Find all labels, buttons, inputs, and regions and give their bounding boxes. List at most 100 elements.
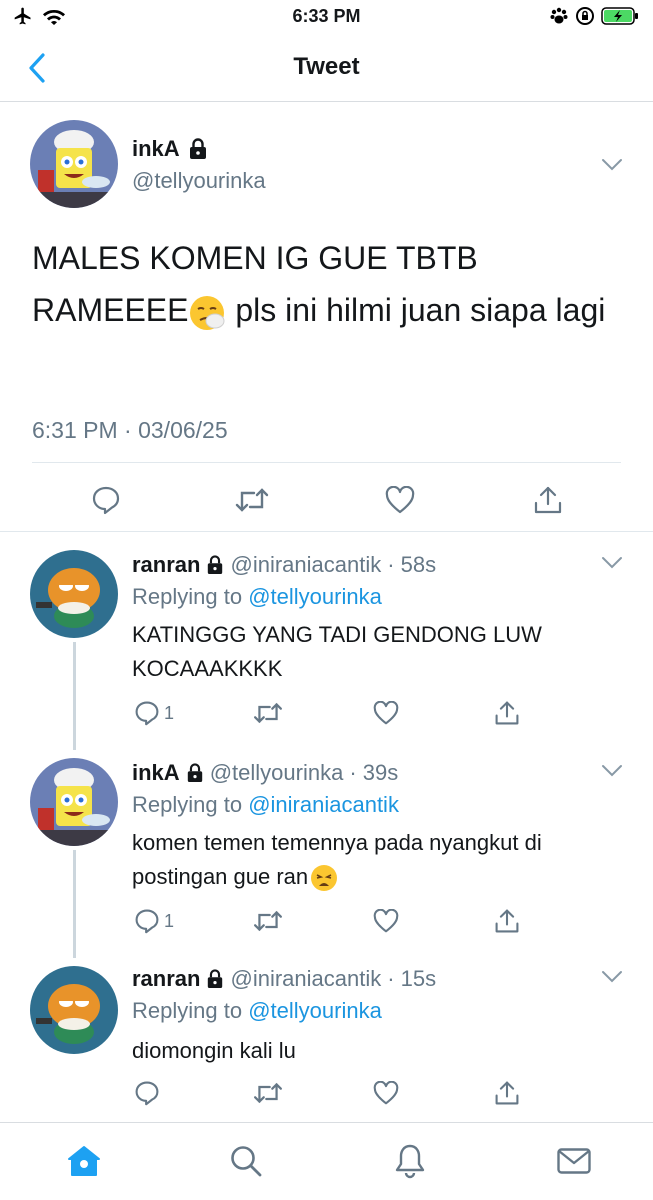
- replying-to-mention[interactable]: @tellyourinka: [248, 998, 382, 1023]
- status-right: [549, 6, 639, 26]
- replying-to-mention[interactable]: @tellyourinka: [248, 584, 382, 609]
- retweet-button[interactable]: [253, 1078, 283, 1108]
- share-button[interactable]: [526, 478, 570, 522]
- reply-actions: [0, 1078, 653, 1108]
- reply-tweet: ranran @iniraniacantik · 15s Replying to…: [0, 948, 653, 1122]
- lock-icon: [208, 969, 223, 988]
- reply-button[interactable]: [134, 1078, 164, 1108]
- reply-text: diomongin kali lu: [132, 1038, 296, 1063]
- like-icon: [373, 909, 399, 933]
- lock-icon: [187, 763, 202, 782]
- retweet-button[interactable]: [253, 906, 283, 936]
- share-icon: [534, 486, 562, 514]
- reply-icon: [135, 1081, 159, 1106]
- replying-to: Replying to @tellyourinka: [132, 998, 382, 1024]
- share-icon: [495, 701, 519, 725]
- replying-to: Replying to @tellyourinka: [132, 584, 382, 610]
- reply-icon: [135, 701, 159, 726]
- nav-bar: Tweet: [0, 34, 653, 102]
- like-button[interactable]: [373, 1078, 399, 1108]
- share-button[interactable]: [494, 1078, 520, 1108]
- author-handle: @tellyourinka: [209, 760, 344, 785]
- replying-to-mention[interactable]: @iniraniacantik: [248, 792, 399, 817]
- chevron-down-icon[interactable]: [601, 764, 623, 778]
- reply-count: 1: [164, 910, 175, 931]
- avatar[interactable]: [30, 550, 118, 638]
- tab-bar: [0, 1122, 653, 1200]
- replying-to-prefix: Replying to: [132, 584, 243, 609]
- like-icon: [373, 701, 399, 725]
- tab-search[interactable]: [224, 1139, 268, 1183]
- like-button[interactable]: [378, 478, 422, 522]
- reply-text: KATINGGG YANG TADI GENDONG LUW KOCAAAKKK…: [132, 622, 542, 681]
- author-handle: @iniraniacantik: [230, 966, 382, 991]
- chevron-down-icon[interactable]: [601, 970, 623, 984]
- avatar-image-sponge-icon: [30, 120, 118, 208]
- reply-time: · 58s: [387, 552, 437, 577]
- author-name[interactable]: ranran: [132, 966, 200, 992]
- reply-actions: 1: [0, 698, 653, 728]
- share-button[interactable]: [494, 906, 520, 936]
- retweet-icon: [235, 488, 269, 512]
- tweet-actions: [0, 478, 653, 522]
- reply-text: komen temen temennya pada nyangkut di po…: [132, 826, 622, 894]
- reply-button[interactable]: 1: [134, 906, 174, 936]
- author-name[interactable]: inkA: [132, 136, 208, 162]
- notifications-icon: [395, 1144, 425, 1179]
- tab-messages[interactable]: [552, 1139, 596, 1183]
- author-name[interactable]: ranran: [132, 552, 200, 578]
- replying-to: Replying to @iniraniacantik: [132, 792, 399, 818]
- retweet-button[interactable]: [253, 698, 283, 728]
- avatar-image-cat-icon: [30, 966, 118, 1054]
- reply-icon: [92, 486, 120, 515]
- share-button[interactable]: [494, 698, 520, 728]
- like-icon: [373, 1081, 399, 1105]
- chevron-down-icon[interactable]: [601, 556, 623, 570]
- like-button[interactable]: [373, 906, 399, 936]
- avatar[interactable]: [30, 758, 118, 846]
- avatar[interactable]: [30, 966, 118, 1054]
- reply-tweet: ranran @iniraniacantik · 58s Replying to…: [0, 532, 653, 740]
- chevron-down-icon[interactable]: [601, 158, 623, 172]
- share-icon: [495, 1081, 519, 1105]
- reply-time: · 39s: [349, 760, 399, 785]
- sneezing-face-emoji-icon: [190, 295, 225, 330]
- tweet-text: MALES KOMEN IG GUE TBTB RAMEEEE pls ini …: [32, 232, 612, 336]
- retweet-icon: [254, 910, 282, 932]
- tab-home[interactable]: [62, 1139, 106, 1183]
- share-icon: [495, 909, 519, 933]
- like-icon: [385, 486, 415, 514]
- paw-icon: [550, 7, 568, 24]
- battery-charging-icon: [601, 7, 638, 25]
- reply-header: ranran @iniraniacantik · 58s: [132, 552, 436, 578]
- like-button[interactable]: [373, 698, 399, 728]
- reply-time: · 15s: [387, 966, 437, 991]
- status-bar: 6:33 PM: [0, 0, 653, 34]
- avatar-image-cat-icon: [30, 550, 118, 638]
- retweet-icon: [254, 702, 282, 724]
- replying-to-prefix: Replying to: [132, 792, 243, 817]
- reply-tweet: inkA @tellyourinka · 39s Replying to @in…: [0, 740, 653, 948]
- avatar[interactable]: [30, 120, 118, 208]
- replying-to-prefix: Replying to: [132, 998, 243, 1023]
- author-handle: @tellyourinka: [132, 168, 266, 193]
- author-name[interactable]: inkA: [132, 760, 180, 786]
- divider: [32, 462, 621, 463]
- reply-header: ranran @iniraniacantik · 15s: [132, 966, 436, 992]
- tweet-text-part2: pls ini hilmi juan siapa lagi: [226, 292, 606, 328]
- reply-header: inkA @tellyourinka · 39s: [132, 760, 398, 786]
- author-name-text: inkA: [132, 136, 180, 161]
- retweet-icon: [254, 1082, 282, 1104]
- tab-notifications[interactable]: [388, 1139, 432, 1183]
- reply-button[interactable]: [84, 478, 128, 522]
- avatar-image-sponge-icon: [30, 758, 118, 846]
- reply-icon: [135, 909, 159, 934]
- search-icon: [231, 1146, 262, 1177]
- main-tweet: inkA @tellyourinka MALES KOMEN IG GUE TB…: [0, 102, 653, 532]
- lock-icon: [208, 555, 223, 574]
- retweet-button[interactable]: [230, 478, 274, 522]
- lock-icon: [189, 138, 206, 159]
- reply-button[interactable]: 1: [134, 698, 174, 728]
- author-handle: @iniraniacantik: [230, 552, 382, 577]
- reply-actions: 1: [0, 906, 653, 936]
